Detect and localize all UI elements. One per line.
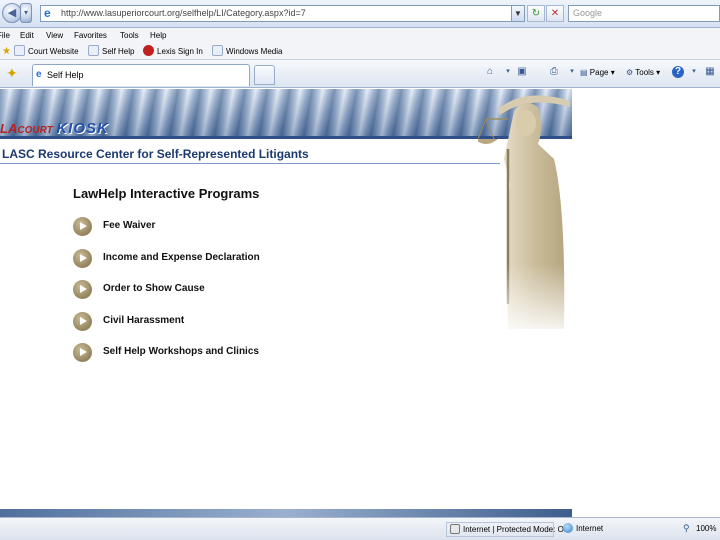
research-icon[interactable]: ▦: [704, 66, 716, 78]
print-dropdown-icon[interactable]: ▾: [566, 66, 578, 78]
feeds-icon[interactable]: ▣: [516, 66, 528, 78]
globe-icon: [563, 523, 573, 533]
page-icon: ▤: [580, 68, 590, 77]
play-arrow-icon: [73, 312, 92, 331]
home-dropdown-icon[interactable]: ▾: [502, 66, 514, 78]
tab-self-help[interactable]: e Self Help: [32, 64, 250, 86]
protected-mode-icon: [450, 524, 460, 534]
help-dropdown-icon[interactable]: ▾: [688, 66, 700, 78]
address-text: http://www.lasuperiorcourt.org/selfhelp/…: [61, 8, 306, 18]
stop-icon[interactable]: ✕: [546, 5, 564, 22]
play-arrow-icon: [73, 217, 92, 236]
ie-page-icon: e: [44, 6, 51, 20]
la-court-kiosk-logo[interactable]: LACOURT KIOSK: [0, 120, 109, 137]
search-input[interactable]: Google: [568, 5, 720, 22]
programs-heading: LawHelp Interactive Programs: [73, 186, 260, 201]
play-arrow-icon: [73, 343, 92, 362]
play-arrow-icon: [73, 249, 92, 268]
status-bar: Internet | Protected Mode: Off Internet …: [0, 517, 720, 540]
security-zone-pane[interactable]: Internet | Protected Mode: Off: [446, 522, 568, 537]
help-icon[interactable]: ?: [672, 66, 684, 78]
fav-lexis-sign-in[interactable]: Lexis Sign In: [143, 43, 203, 60]
play-arrow-icon: [73, 280, 92, 299]
lexis-icon: [143, 45, 154, 56]
menu-bar: File Edit View Favorites Tools Help: [0, 28, 720, 43]
favorites-bar: ★ Court Website Self Help Lexis Sign In …: [0, 43, 720, 60]
favorites-star-icon[interactable]: ★: [2, 43, 11, 60]
zoom-level-pane[interactable]: ⚲ 100%: [680, 522, 720, 537]
title-rule: [0, 163, 500, 164]
home-icon[interactable]: ⌂: [484, 66, 496, 78]
add-favorite-icon[interactable]: ✦: [6, 65, 18, 82]
recent-pages-dropdown[interactable]: ▾: [20, 3, 32, 23]
fav-windows-media[interactable]: Windows Media: [212, 43, 282, 60]
menu-help[interactable]: Help: [150, 28, 166, 43]
page-icon: [212, 45, 223, 56]
justice-statue-image: [478, 89, 572, 339]
tools-menu[interactable]: ⚙ Tools ▾: [626, 68, 660, 77]
page-menu[interactable]: ▤ Page ▾: [580, 68, 615, 77]
back-button[interactable]: ◀: [2, 3, 22, 23]
page-icon: [14, 45, 25, 56]
ie-page-icon: e: [36, 69, 42, 80]
menu-file[interactable]: File: [0, 28, 10, 43]
address-dropdown[interactable]: ▼: [511, 5, 525, 22]
menu-tools[interactable]: Tools: [120, 28, 139, 43]
new-tab-button[interactable]: [254, 65, 275, 85]
refresh-icon[interactable]: ↻: [527, 5, 545, 22]
address-bar-row: ◀ ▾ e http://www.lasuperiorcourt.org/sel…: [0, 0, 720, 28]
gear-icon: ⚙: [626, 68, 636, 77]
zoom-icon: ⚲: [683, 523, 690, 533]
fav-court-website[interactable]: Court Website: [14, 43, 79, 60]
address-input[interactable]: e http://www.lasuperiorcourt.org/selfhel…: [40, 5, 525, 22]
tab-bar: ✦ e Self Help ⌂ ▾ ▣ ⎙ ▾ ▤ Page ▾ ⚙ Tools…: [0, 60, 720, 88]
footer-banner: [0, 509, 572, 517]
site-title: LASC Resource Center for Self-Represente…: [2, 147, 309, 161]
menu-view[interactable]: View: [46, 28, 63, 43]
page-icon: [88, 45, 99, 56]
fav-self-help[interactable]: Self Help: [88, 43, 134, 60]
page-content: LACOURT KIOSK LASC Resource Center for S…: [0, 89, 572, 517]
internet-zone-pane[interactable]: Internet: [560, 522, 676, 537]
menu-favorites[interactable]: Favorites: [74, 28, 107, 43]
print-icon[interactable]: ⎙: [548, 66, 560, 78]
menu-edit[interactable]: Edit: [20, 28, 34, 43]
